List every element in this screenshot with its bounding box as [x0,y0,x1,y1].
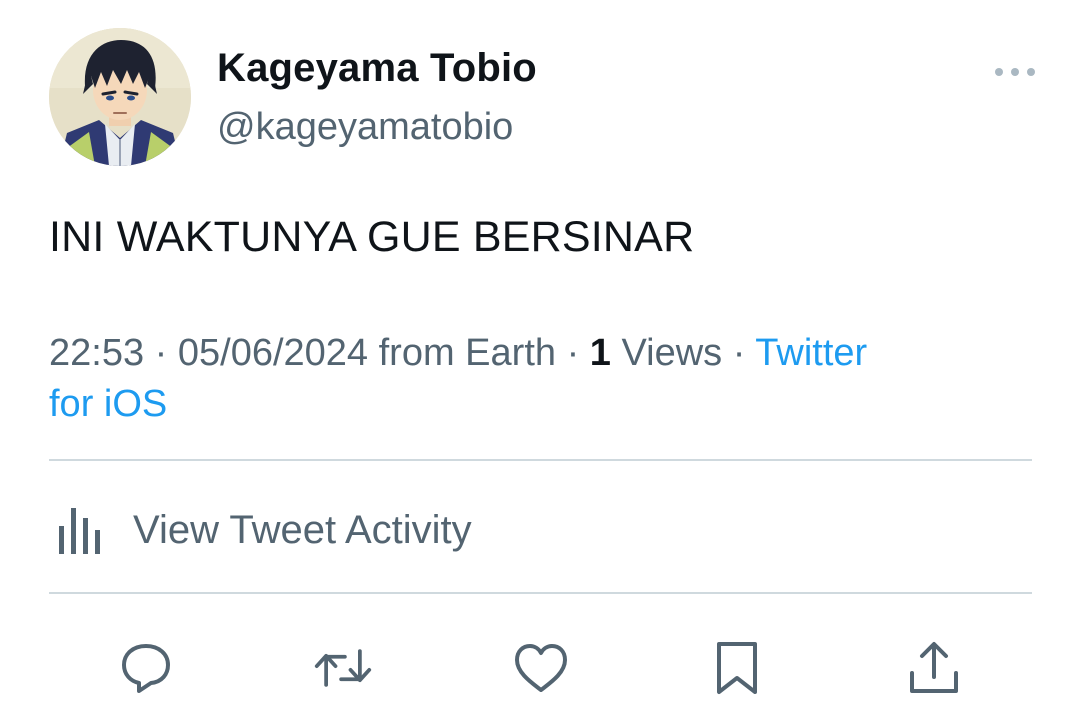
tweet-location: from Earth [378,332,557,374]
meta-separator: · [566,332,580,374]
bar-chart-icon [59,508,100,554]
source-link[interactable]: Twitter [755,332,867,374]
bookmark-icon [717,642,757,694]
view-tweet-activity-button[interactable]: View Tweet Activity [49,500,472,560]
reply-button[interactable] [116,638,176,698]
divider [49,459,1032,461]
share-icon [910,642,958,693]
divider [49,592,1032,594]
author-display-name[interactable]: Kageyama Tobio [217,46,537,91]
views-label: Views [621,332,723,374]
tweet-text: INI WAKTUNYA GUE BERSINAR [49,213,695,261]
more-icon [995,68,1035,76]
views-count: 1 [589,332,611,374]
meta-separator: · [732,332,746,374]
source-link-continued[interactable]: for iOS [49,383,167,425]
author-handle[interactable]: @kageyamatobio [217,106,513,149]
retweet-button[interactable] [313,638,373,698]
tweet-time: 22:53 [49,332,145,374]
meta-separator: · [154,332,168,374]
avatar[interactable] [49,28,191,166]
bookmark-button[interactable] [707,638,767,698]
reply-icon [122,644,170,693]
retweet-icon [314,649,372,687]
heart-icon [515,644,567,692]
avatar-image [49,28,191,166]
tweet-meta: 22:53 · 05/06/2024 from Earth · 1 Views … [49,328,1009,430]
view-tweet-activity-label: View Tweet Activity [133,507,472,552]
tweet-date: 05/06/2024 [177,332,369,374]
share-button[interactable] [904,638,964,698]
more-options-button[interactable] [990,58,1040,86]
like-button[interactable] [511,638,571,698]
